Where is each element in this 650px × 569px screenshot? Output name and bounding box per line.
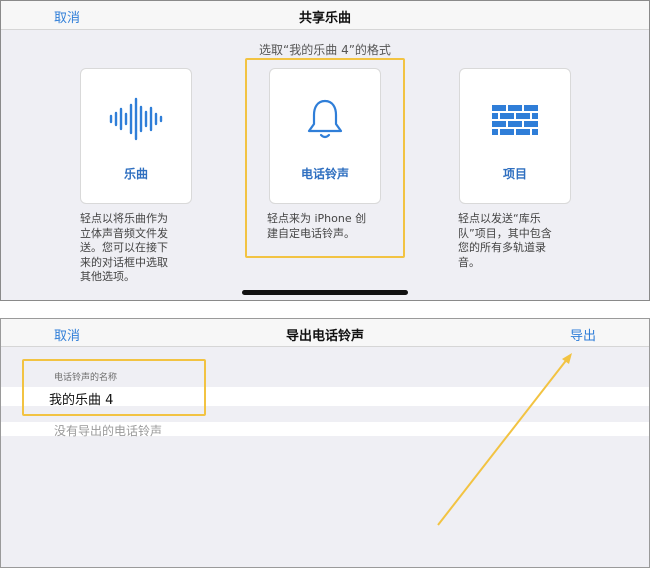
share-title: 共享乐曲 <box>298 11 351 26</box>
format-prompt: 选取“我的乐曲 4”的格式 <box>259 43 391 57</box>
ringtone-option-label: 电话铃声 <box>300 167 349 181</box>
song-option-description: 轻点以将乐曲作为 立体声音频文件发 送。您可以在接下 来的对话框中选取 其他选项… <box>80 212 168 283</box>
export-ringtone-screen: 取消 导出电话铃声 导出 电话铃声的名称 我的乐曲 4 没有导出的电话铃声 <box>0 318 650 568</box>
song-option-card[interactable]: 乐曲 <box>80 68 192 204</box>
pointer-arrow <box>437 353 572 526</box>
ringtone-option-card[interactable]: 电话铃声 <box>269 68 381 204</box>
project-option-description: 轻点以发送“库乐 队”项目，其中包含 您的所有多轨道录 音。 <box>458 212 552 269</box>
waveform-icon <box>81 97 191 141</box>
share-nav-bar: 取消 共享乐曲 <box>1 1 649 30</box>
project-option-card[interactable]: 项目 <box>459 68 571 204</box>
home-indicator[interactable] <box>242 290 408 295</box>
ringtone-option-description: 轻点来为 iPhone 创 建自定电话铃声。 <box>267 212 367 240</box>
share-song-sheet: 取消 共享乐曲 选取“我的乐曲 4”的格式 乐曲 轻点以将乐曲作为 立体声音频文… <box>0 0 650 301</box>
bricks-icon <box>460 97 570 141</box>
project-option-label: 项目 <box>502 167 527 181</box>
song-option-label: 乐曲 <box>123 167 148 181</box>
bell-icon <box>270 97 380 141</box>
